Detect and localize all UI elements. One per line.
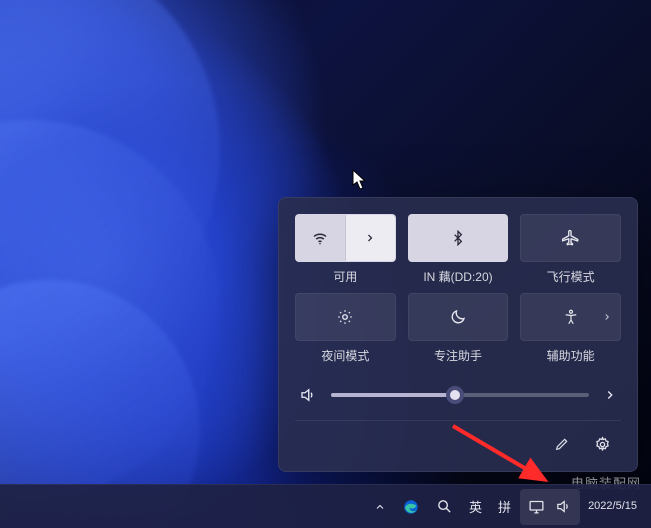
taskbar-clock[interactable]: 2022/5/15	[582, 489, 643, 525]
settings-button[interactable]	[585, 429, 619, 459]
taskbar: 英 拼 2022/5/15	[0, 484, 651, 528]
volume-icon[interactable]	[299, 386, 317, 404]
taskbar-date: 2022/5/15	[588, 500, 637, 513]
search-icon	[436, 498, 453, 515]
focus-assist-label: 专注助手	[434, 347, 482, 364]
chevron-up-icon	[374, 501, 386, 513]
network-icon	[528, 498, 545, 515]
volume-slider-fill	[331, 393, 455, 397]
bluetooth-label: IN 藕(DD:20)	[423, 268, 492, 285]
search-button[interactable]	[429, 489, 460, 525]
chevron-right-icon	[364, 232, 376, 244]
ime-language-indicator[interactable]: 英	[462, 489, 489, 525]
airplane-icon	[562, 229, 580, 247]
volume-icon	[555, 498, 572, 515]
airplane-mode-label: 飞行模式	[547, 268, 595, 285]
wifi-icon	[311, 229, 329, 247]
edge-icon	[402, 498, 420, 516]
wifi-label: 可用	[333, 268, 357, 285]
wifi-expand[interactable]	[346, 215, 395, 261]
volume-expand[interactable]	[603, 388, 617, 402]
volume-row	[295, 386, 621, 404]
ime-language-text: 英	[469, 497, 482, 516]
focus-assist-tile[interactable]	[408, 293, 509, 341]
gear-icon	[594, 436, 611, 453]
night-light-icon	[336, 308, 354, 326]
quick-settings-footer	[295, 420, 621, 463]
accessibility-label: 辅助功能	[547, 347, 595, 364]
pencil-icon	[554, 436, 570, 452]
night-light-tile[interactable]	[295, 293, 396, 341]
edit-quick-settings-button[interactable]	[545, 429, 579, 459]
edge-browser-icon[interactable]	[395, 489, 427, 525]
night-light-label: 夜间模式	[321, 347, 369, 364]
bluetooth-icon	[450, 230, 466, 246]
tray-overflow-button[interactable]	[367, 489, 393, 525]
volume-slider-thumb[interactable]	[446, 386, 464, 404]
accessibility-icon	[562, 308, 580, 326]
system-tray-group[interactable]	[520, 489, 580, 525]
volume-slider[interactable]	[331, 393, 589, 397]
quick-settings-grid: 可用 IN 藕(DD:20) 飞行模式 夜间模式	[295, 214, 621, 364]
accessibility-tile[interactable]	[520, 293, 621, 341]
wifi-toggle[interactable]	[296, 215, 346, 261]
moon-icon	[449, 308, 467, 326]
chevron-right-icon	[603, 388, 617, 402]
quick-settings-panel: 可用 IN 藕(DD:20) 飞行模式 夜间模式	[278, 197, 638, 472]
airplane-mode-tile[interactable]	[520, 214, 621, 262]
ime-mode-indicator[interactable]: 拼	[491, 489, 518, 525]
ime-mode-text: 拼	[498, 497, 511, 516]
bluetooth-tile[interactable]	[408, 214, 509, 262]
wifi-tile[interactable]	[295, 214, 396, 262]
chevron-right-icon	[602, 312, 612, 322]
